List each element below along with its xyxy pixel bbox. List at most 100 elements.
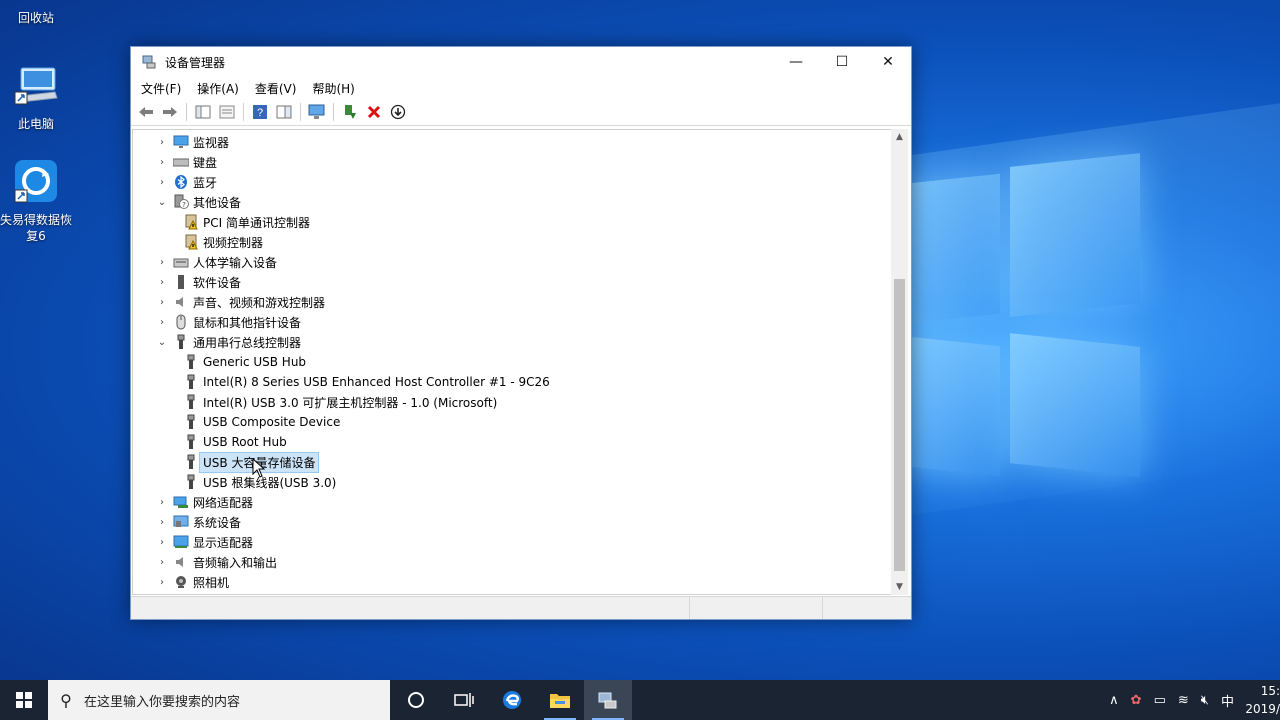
expand-chevron-icon[interactable]: › <box>155 177 169 188</box>
expand-chevron-icon[interactable]: › <box>155 277 169 288</box>
properties-icon[interactable] <box>216 101 238 123</box>
update-driver-icon[interactable] <box>339 101 361 123</box>
taskbar-device-manager[interactable] <box>584 680 632 720</box>
maximize-button[interactable]: ☐ <box>819 47 865 77</box>
desktop-icon-recovery-app[interactable]: 失易得数据恢复6 <box>0 158 72 244</box>
task-view-button[interactable] <box>440 680 488 720</box>
mouse-icon <box>173 314 189 330</box>
toolbar-separator <box>243 103 244 121</box>
tree-device[interactable]: Intel(R) USB 3.0 可扩展主机控制器 - 1.0 (Microso… <box>175 392 497 412</box>
status-bar <box>131 596 911 619</box>
app-tray-icon[interactable]: ✿ <box>1131 693 1142 708</box>
tree-category[interactable]: › 声音、视频和游戏控制器 <box>155 292 325 312</box>
expand-chevron-icon[interactable]: › <box>155 157 169 168</box>
toolbar-separator <box>186 103 187 121</box>
expand-chevron-icon[interactable]: › <box>155 537 169 548</box>
uninstall-device-icon[interactable] <box>363 101 385 123</box>
start-button[interactable] <box>0 680 48 720</box>
device-tree[interactable]: › 监视器 › 键盘 › 蓝牙 ⌄? 其他设备 PCI 简单通讯控制器 视频控制器 › 人体学输入设备… <box>132 129 893 595</box>
cortana-button[interactable] <box>392 680 440 720</box>
monitor-icon <box>173 134 189 150</box>
menu-action[interactable]: 操作(A) <box>189 80 247 97</box>
toolbar-separator <box>300 103 301 121</box>
tree-category[interactable]: › 监视器 <box>155 132 229 152</box>
show-hidden-icons-icon[interactable]: ∧ <box>1109 693 1119 708</box>
tree-category[interactable]: › 人体学输入设备 <box>155 252 277 272</box>
clock[interactable]: 15: 2019/ <box>1240 682 1280 718</box>
collapse-chevron-icon[interactable]: ⌄ <box>155 337 169 348</box>
menu-help[interactable]: 帮助(H) <box>304 80 362 97</box>
action-pane-icon[interactable] <box>273 101 295 123</box>
device-manager-icon <box>598 692 617 709</box>
expand-chevron-icon[interactable]: › <box>155 497 169 508</box>
tree-device[interactable]: Intel(R) 8 Series USB Enhanced Host Cont… <box>175 372 550 392</box>
tree-item-label: 视频控制器 <box>203 235 264 250</box>
minimize-button[interactable]: — <box>773 47 819 77</box>
ime-indicator[interactable]: 中 <box>1221 691 1234 710</box>
tree-item-label: 蓝牙 <box>193 175 218 190</box>
expand-chevron-icon[interactable]: › <box>155 257 169 268</box>
tree-category[interactable]: › 键盘 <box>155 152 217 172</box>
tree-category[interactable]: › 蓝牙 <box>155 172 217 192</box>
audio-io-icon <box>173 554 189 570</box>
disable-device-icon[interactable] <box>387 101 409 123</box>
menu-bar: 文件(F) 操作(A) 查看(V) 帮助(H) <box>131 77 911 99</box>
help-icon[interactable]: ? <box>249 101 271 123</box>
tree-category[interactable]: ⌄? 其他设备 <box>155 192 241 212</box>
tree-category[interactable]: › 鼠标和其他指针设备 <box>155 312 301 332</box>
volume-muted-icon[interactable]: 🔇︎ <box>1201 693 1209 708</box>
menu-file[interactable]: 文件(F) <box>133 80 189 97</box>
scroll-up-icon[interactable]: ▲ <box>891 129 908 145</box>
menu-view[interactable]: 查看(V) <box>247 80 305 97</box>
usb-icon <box>183 434 199 450</box>
desktop-icon-label: 回收站 <box>17 11 54 25</box>
tree-category[interactable]: › 系统设备 <box>155 512 241 532</box>
expand-chevron-icon[interactable]: › <box>155 137 169 148</box>
tree-category[interactable]: ⌄ 通用串行总线控制器 <box>155 332 301 352</box>
tree-category[interactable]: › 网络适配器 <box>155 492 253 512</box>
tree-item-label: Intel(R) 8 Series USB Enhanced Host Cont… <box>203 375 550 389</box>
tree-item-label: Intel(R) USB 3.0 可扩展主机控制器 - 1.0 (Microso… <box>203 395 498 410</box>
tree-device[interactable]: USB Composite Device <box>175 412 340 432</box>
expand-chevron-icon[interactable]: › <box>155 297 169 308</box>
status-cell <box>131 597 690 619</box>
scroll-down-icon[interactable]: ▼ <box>891 579 908 595</box>
keyboard-icon <box>173 154 189 170</box>
expand-chevron-icon[interactable]: › <box>155 557 169 568</box>
show-hide-console-tree-icon[interactable] <box>192 101 214 123</box>
scrollbar-thumb[interactable] <box>894 279 905 571</box>
forward-arrow-icon[interactable] <box>159 101 181 123</box>
taskbar-edge[interactable] <box>488 680 536 720</box>
recovery-app-icon <box>14 160 57 203</box>
title-bar[interactable]: 设备管理器 — ☐ ✕ <box>131 47 911 77</box>
toolbar: ? <box>131 99 911 126</box>
vertical-scrollbar[interactable]: ▲ ▼ <box>891 129 908 595</box>
tree-device[interactable]: USB 大容量存储设备 <box>175 451 320 473</box>
tree-category[interactable]: › 软件设备 <box>155 272 241 292</box>
taskbar-search-box[interactable]: ⚲ 在这里输入你要搜索的内容 <box>48 680 390 720</box>
tree-category[interactable]: › 显示适配器 <box>155 532 253 552</box>
scan-hardware-icon[interactable] <box>306 101 328 123</box>
tree-category[interactable]: › 音频输入和输出 <box>155 552 277 572</box>
back-arrow-icon[interactable] <box>135 101 157 123</box>
tree-device[interactable]: PCI 简单通讯控制器 <box>175 212 310 232</box>
expand-chevron-icon[interactable]: › <box>155 517 169 528</box>
wifi-icon[interactable]: ≋ <box>1178 693 1189 708</box>
tree-device[interactable]: Generic USB Hub <box>175 352 306 372</box>
tree-category[interactable]: › 照相机 <box>155 572 229 592</box>
expand-chevron-icon[interactable]: › <box>155 317 169 328</box>
expand-chevron-icon[interactable]: › <box>155 577 169 588</box>
device-manager-window: 设备管理器 — ☐ ✕ 文件(F) 操作(A) 查看(V) 帮助(H) ? › 监… <box>130 46 912 620</box>
tree-item-label: USB Composite Device <box>203 415 341 429</box>
windows-logo-wallpaper <box>880 150 1140 490</box>
clock-date: 2019/ <box>1245 702 1280 716</box>
desktop-icon-this-pc[interactable]: 此电脑 <box>0 62 72 132</box>
tree-device[interactable]: USB Root Hub <box>175 432 287 452</box>
taskbar-file-explorer[interactable] <box>536 680 584 720</box>
desktop-icon-recycle-bin[interactable]: 回收站 <box>0 0 72 26</box>
tree-device[interactable]: 视频控制器 <box>175 232 263 252</box>
battery-icon[interactable]: ▭ <box>1154 693 1166 708</box>
collapse-chevron-icon[interactable]: ⌄ <box>155 197 169 208</box>
close-button[interactable]: ✕ <box>865 47 911 77</box>
tree-item-label: Generic USB Hub <box>203 355 307 369</box>
